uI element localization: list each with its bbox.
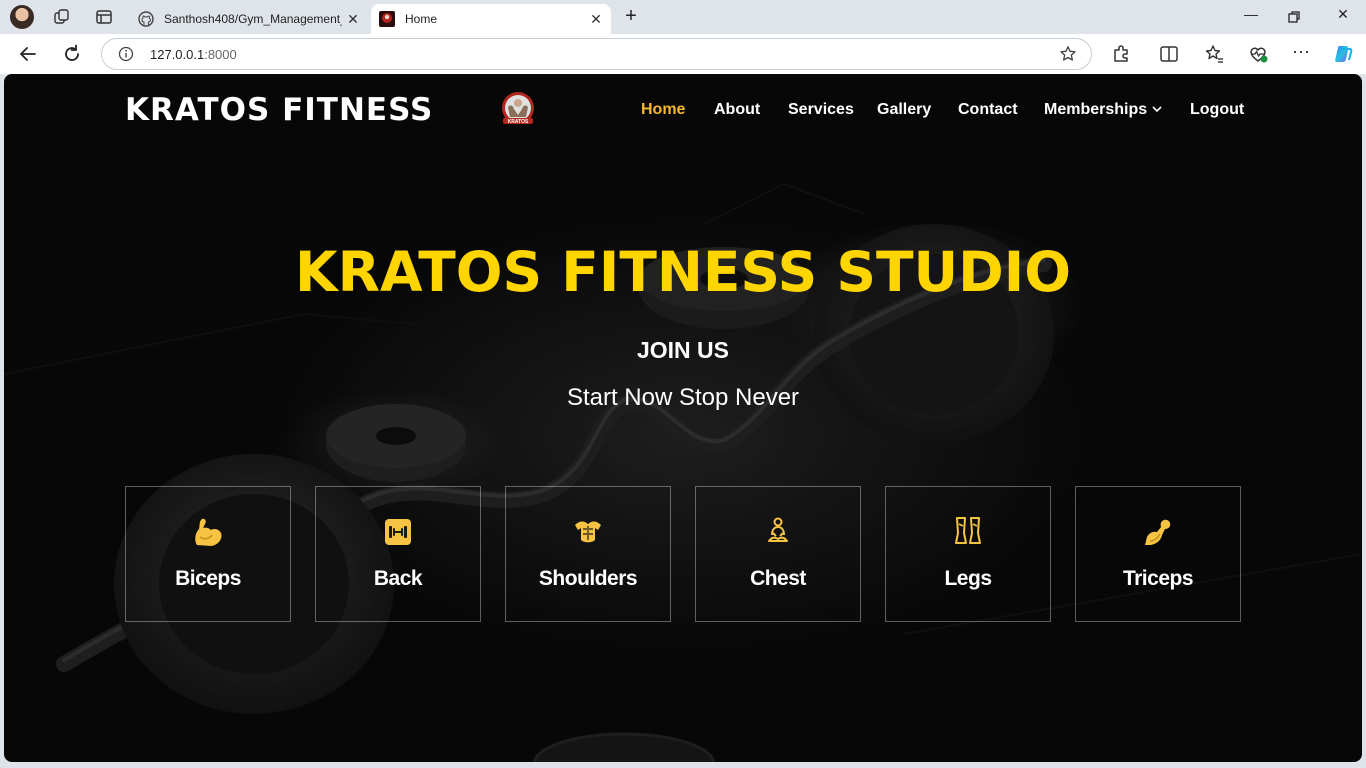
copilot-icon[interactable]	[1332, 43, 1354, 65]
legs-icon	[955, 517, 981, 544]
category-label: Biceps	[175, 567, 241, 590]
favorites-icon[interactable]	[1203, 43, 1225, 65]
barbell-background-image	[4, 74, 1362, 762]
kratos-favicon	[379, 11, 395, 27]
kratos-logo[interactable]: KRATOS	[500, 91, 536, 127]
category-card-biceps[interactable]: Biceps	[125, 486, 291, 622]
github-icon	[138, 11, 154, 27]
category-card-chest[interactable]: Chest	[695, 486, 861, 622]
tab-actions-icon[interactable]	[94, 7, 114, 27]
category-label: Shoulders	[538, 567, 638, 590]
more-icon[interactable]: ···	[1290, 42, 1312, 65]
browser-toolbar: 127.0.0.1:8000 ···	[0, 34, 1366, 74]
category-card-legs[interactable]: Legs	[885, 486, 1051, 622]
refresh-icon[interactable]	[60, 42, 84, 66]
star-icon[interactable]	[1059, 45, 1077, 63]
hero-tagline: Start Now Stop Never	[566, 384, 800, 411]
nav-services[interactable]: Services	[788, 101, 854, 119]
torso-icon	[575, 521, 601, 543]
info-icon[interactable]	[118, 46, 134, 62]
profile-avatar[interactable]	[10, 5, 34, 29]
workspaces-icon[interactable]	[52, 7, 72, 27]
url-text: 127.0.0.1:8000	[150, 47, 237, 62]
new-tab-icon[interactable]: +	[620, 6, 642, 28]
browser-essentials-icon[interactable]	[1247, 43, 1269, 65]
window-bottom-edge	[0, 762, 1366, 768]
tab-title: Home	[405, 12, 438, 26]
nav-about[interactable]: About	[714, 101, 760, 119]
page-viewport: KRATOS FITNESS KRATOS Home About Service…	[4, 74, 1362, 762]
browser-tab-bar: Santhosh408/Gym_Management_ ✕ Home ✕ + —…	[0, 0, 1366, 34]
close-icon[interactable]: ✕	[342, 11, 364, 28]
strong-arm-icon	[1145, 519, 1171, 545]
category-card-back[interactable]: Back	[315, 486, 481, 622]
hero-subtitle: JOIN US	[636, 337, 730, 363]
chevron-down-icon	[1152, 106, 1162, 113]
logo-text: KRATOS	[508, 119, 529, 125]
close-icon[interactable]: ✕	[585, 11, 607, 28]
extensions-icon[interactable]	[1110, 43, 1132, 65]
category-label: Legs	[944, 567, 992, 590]
category-label: Back	[373, 567, 423, 590]
site-brand[interactable]: KRATOS FITNESS	[125, 92, 433, 128]
minimize-icon[interactable]: —	[1239, 6, 1263, 28]
tab-home[interactable]: Home ✕	[371, 4, 611, 34]
url-port: :8000	[204, 47, 237, 62]
category-label: Chest	[750, 567, 806, 590]
back-icon[interactable]	[16, 42, 40, 66]
meditating-person-icon	[768, 517, 788, 542]
tab-github[interactable]: Santhosh408/Gym_Management_ ✕	[130, 4, 368, 34]
nav-contact[interactable]: Contact	[958, 101, 1018, 119]
nav-logout[interactable]: Logout	[1190, 101, 1244, 119]
nav-memberships-label: Memberships	[1044, 101, 1148, 118]
nav-memberships[interactable]: Memberships	[1044, 101, 1163, 119]
url-host: 127.0.0.1	[150, 47, 205, 62]
nav-home[interactable]: Home	[641, 101, 685, 119]
split-screen-icon[interactable]	[1158, 43, 1180, 65]
hero-title: KRATOS FITNESS STUDIO	[294, 240, 1071, 304]
category-card-shoulders[interactable]: Shoulders	[505, 486, 671, 622]
restore-icon[interactable]	[1285, 8, 1303, 26]
flexed-arm-icon	[195, 518, 222, 546]
nav-gallery[interactable]: Gallery	[877, 101, 931, 119]
category-label: Triceps	[1122, 567, 1194, 590]
tab-title: Santhosh408/Gym_Management_	[164, 12, 342, 26]
address-bar[interactable]: 127.0.0.1:8000	[101, 38, 1092, 70]
category-card-triceps[interactable]: Triceps	[1075, 486, 1241, 622]
close-window-icon[interactable]: ✕	[1331, 6, 1355, 28]
dumbbell-icon	[385, 519, 411, 545]
